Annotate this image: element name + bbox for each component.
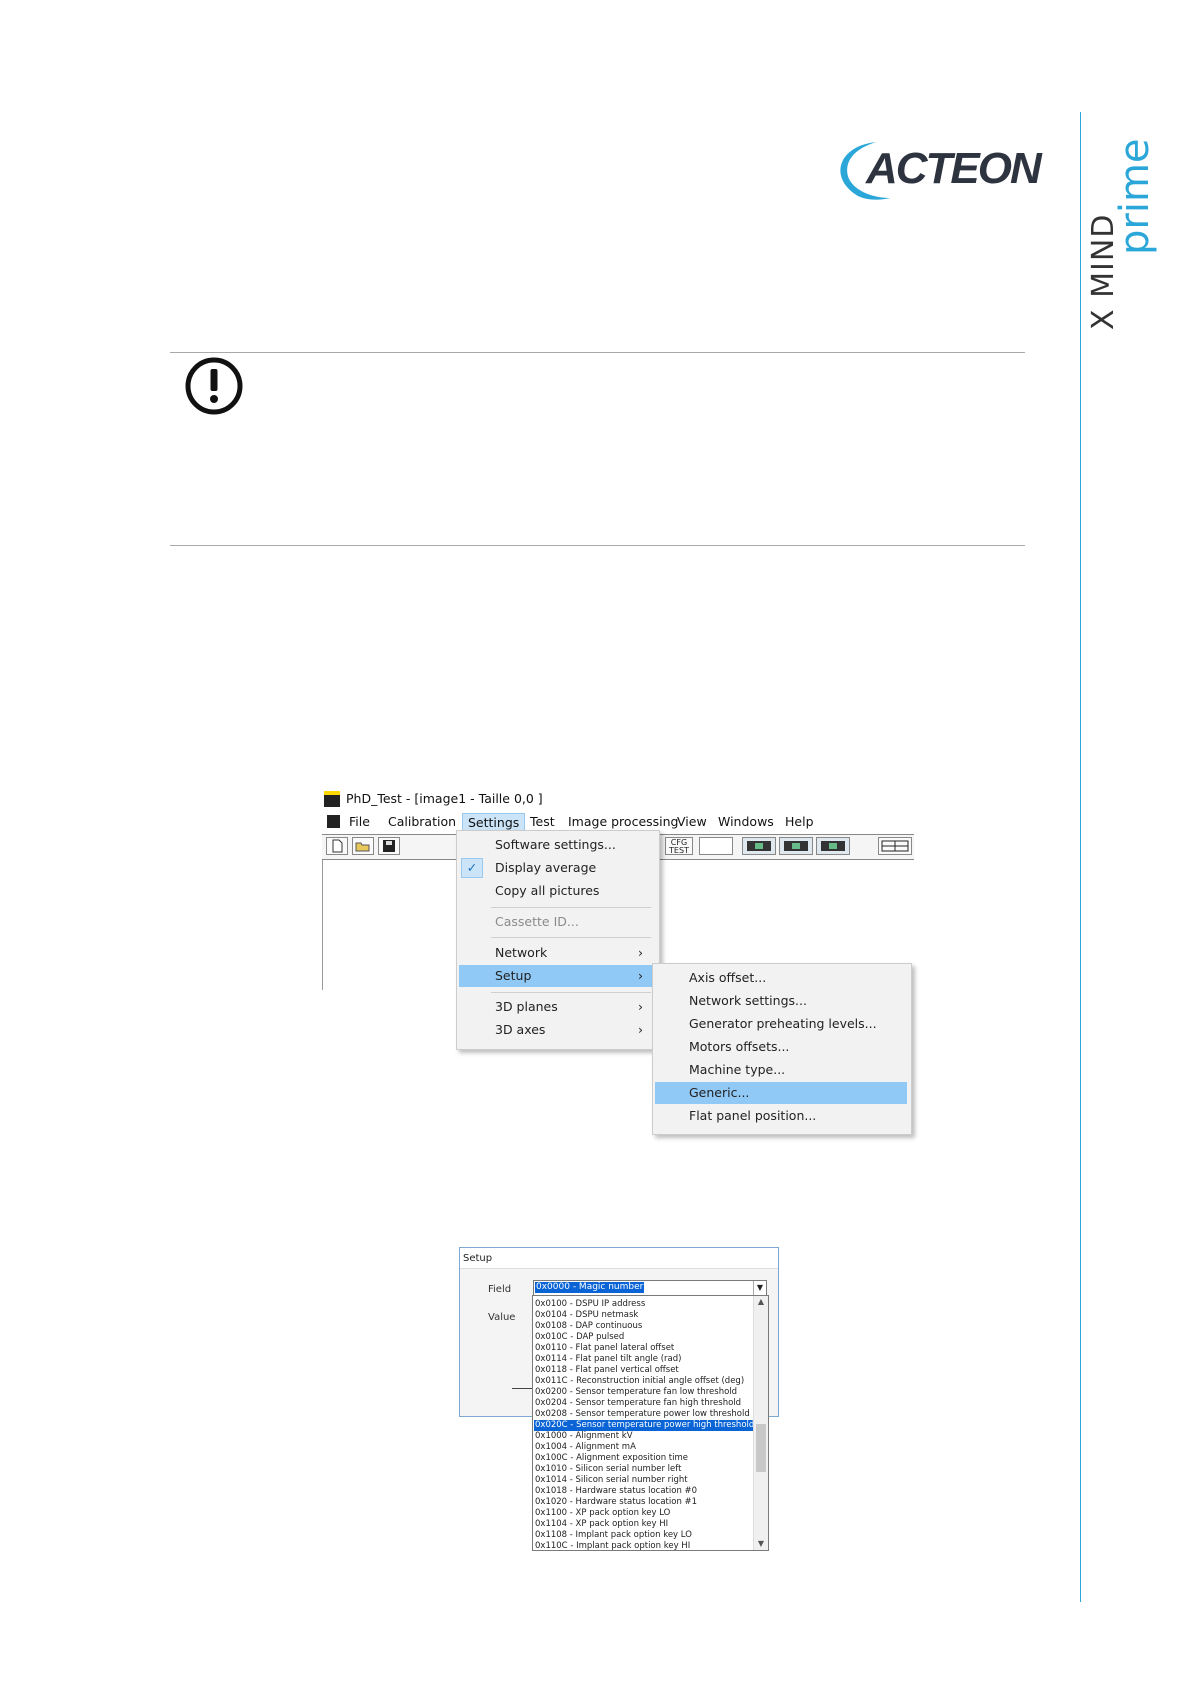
list-item[interactable]: 0x020C - Sensor temperature power high t… xyxy=(534,1420,753,1431)
submenu-item-machine-type[interactable]: Machine type... xyxy=(655,1059,907,1081)
new-file-icon[interactable] xyxy=(326,837,348,855)
setup-submenu: Axis offset... Network settings... Gener… xyxy=(652,963,912,1135)
chevron-down-icon[interactable]: ▼ xyxy=(753,1281,766,1295)
menu-item-copy-all-pictures[interactable]: Copy all pictures xyxy=(459,880,655,902)
acteon-logo: ACTEON xyxy=(828,138,1042,204)
menu-item-3d-axes[interactable]: 3D axes › xyxy=(459,1019,655,1041)
menu-image-processing[interactable]: Image processing xyxy=(563,813,684,830)
toolbar-blank-field[interactable] xyxy=(699,837,733,855)
list-item[interactable]: 0x011C - Reconstruction initial angle of… xyxy=(534,1376,753,1387)
submenu-item-network-settings[interactable]: Network settings... xyxy=(655,990,907,1012)
list-item[interactable]: 0x1010 - Silicon serial number left xyxy=(534,1464,753,1475)
list-item[interactable]: 0x1020 - Hardware status location #1 xyxy=(534,1497,753,1508)
menu-item-display-average[interactable]: ✓ Display average xyxy=(459,857,655,879)
field-label: Field xyxy=(488,1284,512,1295)
title-bar: PhD_Test - [image1 - Taille 0,0 ] xyxy=(322,787,917,811)
dialog-divider xyxy=(512,1388,532,1389)
submenu-item-flat-panel-position[interactable]: Flat panel position... xyxy=(655,1105,907,1127)
notice-bottom-rule xyxy=(170,545,1025,546)
scroll-thumb[interactable] xyxy=(756,1424,766,1472)
list-item[interactable]: 0x0108 - DAP continuous xyxy=(534,1321,753,1332)
scroll-up-icon[interactable]: ▲ xyxy=(754,1296,768,1308)
list-item[interactable]: 0x0110 - Flat panel lateral offset xyxy=(534,1343,753,1354)
list-item[interactable]: 0x1104 - XP pack option key HI xyxy=(534,1519,753,1530)
menu-item-setup[interactable]: Setup › xyxy=(459,965,655,987)
logo-text: ACTEON xyxy=(866,144,1042,193)
list-item[interactable]: 0x1004 - Alignment mA xyxy=(534,1442,753,1453)
menu-calibration[interactable]: Calibration xyxy=(383,813,461,830)
list-item[interactable]: 0x0114 - Flat panel tilt angle (rad) xyxy=(534,1354,753,1365)
app-icon xyxy=(324,791,340,807)
submenu-item-motors-offsets[interactable]: Motors offsets... xyxy=(655,1036,907,1058)
dialog-title: Setup xyxy=(463,1253,493,1264)
notice-top-rule xyxy=(170,352,1025,353)
submenu-item-generic[interactable]: Generic... xyxy=(655,1082,907,1104)
list-item[interactable]: 0x1108 - Implant pack option key LO xyxy=(534,1530,753,1541)
product-name-suffix: prime xyxy=(1112,138,1158,255)
chevron-right-icon: › xyxy=(638,968,643,983)
warning-exclamation-icon xyxy=(184,356,244,416)
dialog-title-bar: Setup xyxy=(460,1248,778,1269)
device-icon-2[interactable] xyxy=(779,837,813,855)
save-icon[interactable] xyxy=(378,837,400,855)
list-item[interactable]: 0x0200 - Sensor temperature fan low thre… xyxy=(534,1387,753,1398)
submenu-item-axis-offset[interactable]: Axis offset... xyxy=(655,967,907,989)
field-select[interactable]: 0x0000 - Magic number ▼ xyxy=(533,1280,767,1296)
layout-grid-icon[interactable] xyxy=(878,837,912,855)
menu-separator xyxy=(491,907,651,908)
menu-item-3d-planes[interactable]: 3D planes › xyxy=(459,996,655,1018)
menu-file[interactable]: File xyxy=(344,813,375,830)
menu-item-software-settings[interactable]: Software settings... xyxy=(459,834,655,856)
checkmark-icon: ✓ xyxy=(461,858,483,878)
document-icon xyxy=(327,815,340,828)
menu-test[interactable]: Test xyxy=(525,813,560,830)
submenu-item-generator-preheating[interactable]: Generator preheating levels... xyxy=(655,1013,907,1035)
cfg-test-button[interactable]: CFG TEST xyxy=(665,837,693,855)
list-item[interactable]: 0x010C - DAP pulsed xyxy=(534,1332,753,1343)
list-item[interactable]: 0x0204 - Sensor temperature fan high thr… xyxy=(534,1398,753,1409)
window-title: PhD_Test - [image1 - Taille 0,0 ] xyxy=(346,791,543,806)
list-scrollbar[interactable]: ▲ ▼ xyxy=(753,1296,768,1550)
value-label: Value xyxy=(488,1312,516,1323)
field-options-list[interactable]: 0x0100 - DSPU IP address 0x0104 - DSPU ne… xyxy=(532,1295,769,1551)
client-area-border xyxy=(322,860,323,990)
menu-view[interactable]: View xyxy=(672,813,712,830)
side-accent-rule xyxy=(1080,112,1081,1602)
list-item[interactable]: 0x110C - Implant pack option key HI xyxy=(534,1541,753,1550)
settings-dropdown-menu: Software settings... ✓ Display average C… xyxy=(456,830,660,1050)
chevron-right-icon: › xyxy=(638,1022,643,1037)
chevron-right-icon: › xyxy=(638,945,643,960)
list-item[interactable]: 0x0104 - DSPU netmask xyxy=(534,1310,753,1321)
list-item[interactable]: 0x0208 - Sensor temperature power low th… xyxy=(534,1409,753,1420)
device-icon-3[interactable] xyxy=(816,837,850,855)
menu-item-network[interactable]: Network › xyxy=(459,942,655,964)
menu-help[interactable]: Help xyxy=(780,813,819,830)
list-item[interactable]: 0x1014 - Silicon serial number right xyxy=(534,1475,753,1486)
field-select-value: 0x0000 - Magic number xyxy=(535,1282,645,1293)
menu-bar: File Calibration Settings Test Image pro… xyxy=(322,811,917,832)
open-folder-icon[interactable] xyxy=(352,837,374,855)
list-item[interactable]: 0x1100 - XP pack option key LO xyxy=(534,1508,753,1519)
menu-separator xyxy=(491,937,651,938)
list-item[interactable]: 0x1018 - Hardware status location #0 xyxy=(534,1486,753,1497)
menu-windows[interactable]: Windows xyxy=(713,813,779,830)
scroll-down-icon[interactable]: ▼ xyxy=(754,1538,768,1550)
chevron-right-icon: › xyxy=(638,999,643,1014)
list-item[interactable]: 0x0100 - DSPU IP address xyxy=(534,1299,753,1310)
list-item[interactable]: 0x1000 - Alignment kV xyxy=(534,1431,753,1442)
list-item[interactable]: 0x0118 - Flat panel vertical offset xyxy=(534,1365,753,1376)
menu-item-cassette-id: Cassette ID... xyxy=(495,914,579,929)
list-item[interactable]: 0x100C - Alignment exposition time xyxy=(534,1453,753,1464)
device-icon-1[interactable] xyxy=(742,837,776,855)
menu-separator xyxy=(491,992,651,993)
